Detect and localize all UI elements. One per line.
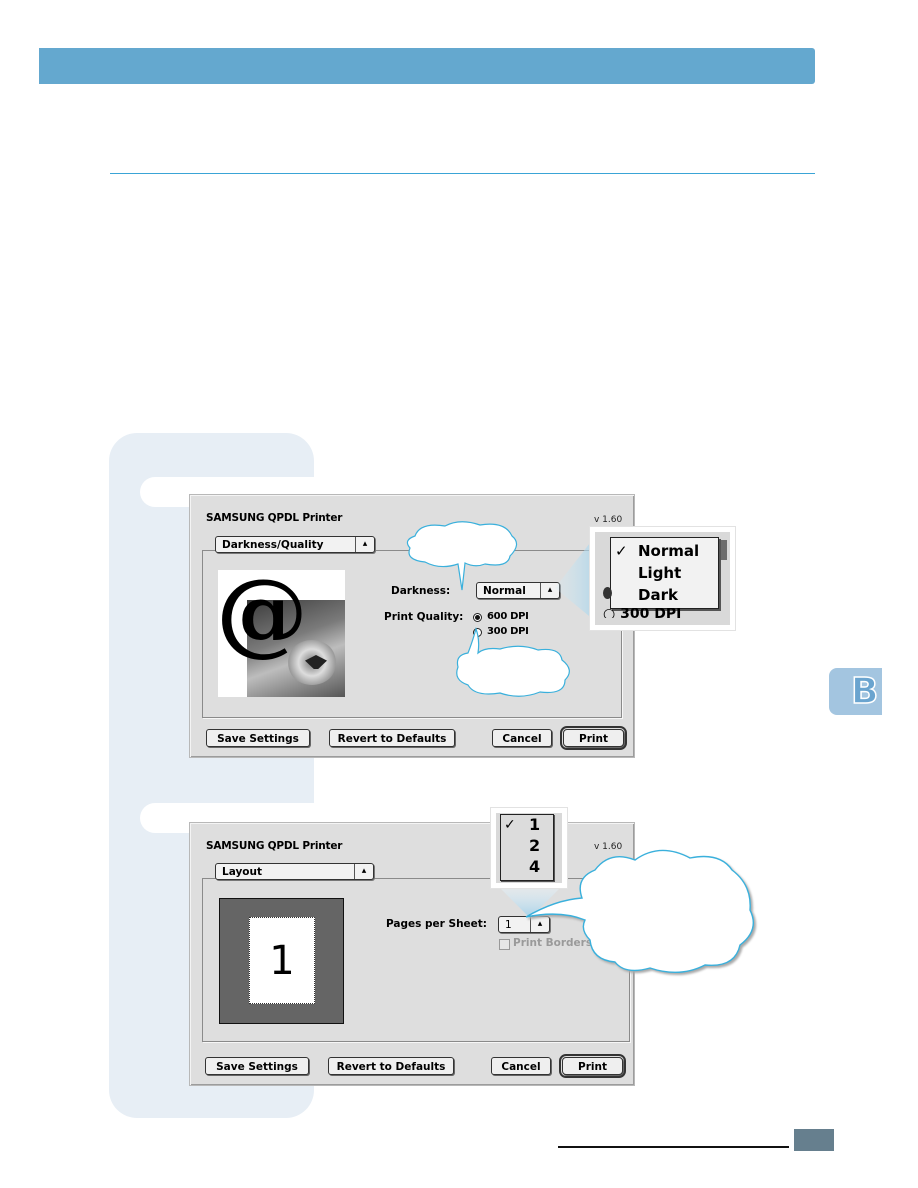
- partial-300-dpi-label: ○ 300 DPI: [603, 608, 682, 618]
- callout-cloud-pages: [525, 849, 754, 973]
- menu-item-normal[interactable]: Normal: [638, 540, 699, 562]
- revert-to-defaults-button[interactable]: Revert to Defaults: [328, 1057, 454, 1075]
- appendix-tab-letter: B: [850, 671, 879, 713]
- chapter-header-bar: [39, 48, 815, 84]
- panel-popup-label: Darkness/Quality: [222, 539, 324, 551]
- cancel-button[interactable]: Cancel: [491, 1057, 551, 1075]
- print-button[interactable]: Print: [559, 1054, 626, 1078]
- dialog-title: SAMSUNG QPDL Printer: [206, 512, 343, 524]
- callout-cloud-darkness: [406, 521, 518, 591]
- radio-600-dpi-label: 600 DPI: [487, 611, 529, 622]
- menu-check-icon: ✓: [504, 817, 516, 833]
- menu-item-light[interactable]: Light: [638, 562, 681, 584]
- panel-popup-menu[interactable]: Darkness/Quality ▴: [215, 536, 375, 553]
- print-quality-label: Print Quality:: [384, 611, 464, 623]
- save-settings-button[interactable]: Save Settings: [205, 1057, 309, 1075]
- darkness-dropdown-menu: ✓ Normal Light Dark: [610, 537, 719, 609]
- radio-600-dpi[interactable]: [473, 613, 482, 622]
- page-number-box: [794, 1129, 834, 1151]
- print-borders-checkbox[interactable]: [499, 939, 510, 950]
- revert-to-defaults-button[interactable]: Revert to Defaults: [329, 729, 455, 747]
- panel-popup-menu[interactable]: Layout ▴: [215, 863, 374, 880]
- pages-per-sheet-label: Pages per Sheet:: [386, 918, 488, 930]
- menu-item-1[interactable]: 1: [529, 814, 540, 836]
- callout-cloud-quality: [456, 627, 570, 697]
- at-sign-icon: @: [216, 558, 308, 666]
- preview-image: @: [216, 562, 345, 697]
- pages-per-sheet-value: 1: [505, 919, 512, 931]
- radio-partial-icon: [603, 587, 612, 599]
- popup-arrows-icon: ▴: [354, 864, 373, 879]
- layout-preview: 1: [219, 898, 344, 1024]
- panel-popup-label: Layout: [222, 866, 263, 878]
- version-label: v 1.60: [594, 515, 623, 525]
- print-button[interactable]: Print: [560, 726, 627, 750]
- preview-page: 1: [249, 917, 315, 1004]
- cancel-button[interactable]: Cancel: [492, 729, 552, 747]
- dialog-title: SAMSUNG QPDL Printer: [206, 840, 343, 852]
- darkness-menu-callout: ✓ Normal Light Dark ○ 300 DPI: [590, 527, 735, 630]
- footer-rule: [558, 1146, 789, 1148]
- popup-arrows-icon: ▴: [355, 537, 374, 552]
- menu-check-icon: ✓: [615, 542, 628, 560]
- save-settings-button[interactable]: Save Settings: [206, 729, 310, 747]
- section-rule: [110, 173, 815, 174]
- menu-item-dark[interactable]: Dark: [638, 584, 678, 606]
